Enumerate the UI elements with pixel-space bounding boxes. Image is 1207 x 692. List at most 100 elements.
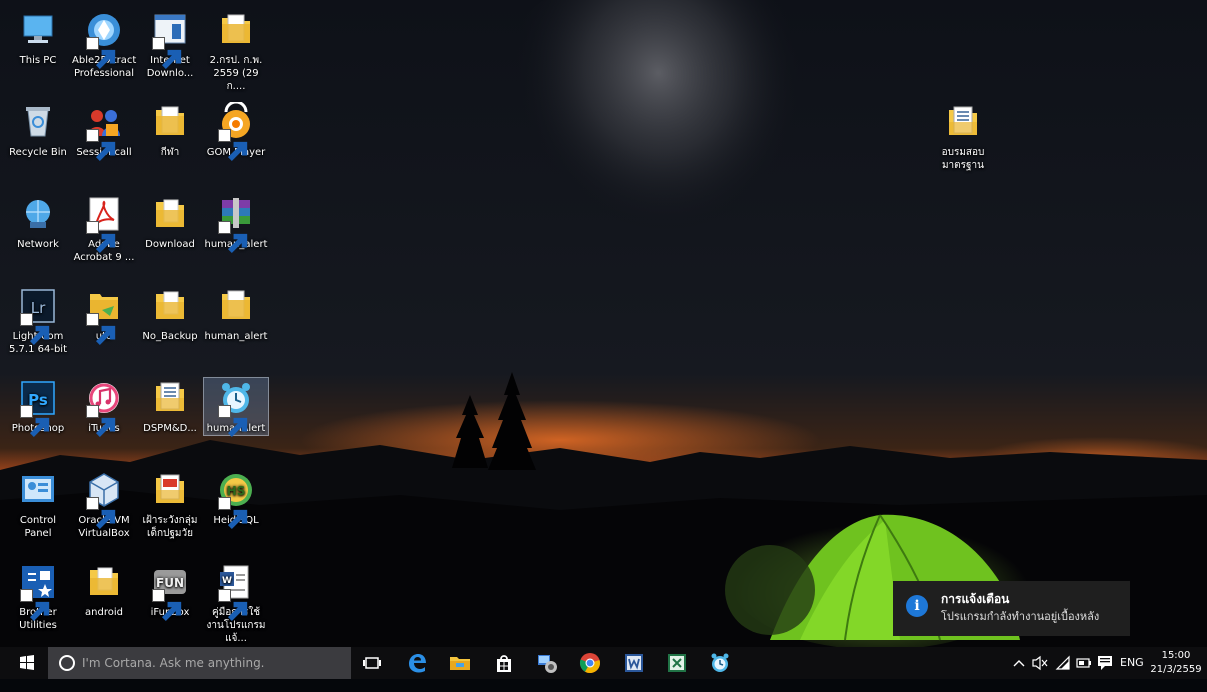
adobe-acrobat-icon xyxy=(84,194,124,254)
control-panel-icon xyxy=(18,470,58,510)
notification-message: โปรแกรมกำลังทำงานอยู่เบื้องหลัง xyxy=(941,610,1100,623)
desktop-icon-label: Network xyxy=(17,239,59,250)
windows-logo-icon xyxy=(20,655,34,670)
start-button[interactable] xyxy=(6,647,46,679)
folder-shortcut-icon xyxy=(84,286,124,346)
svg-text:FUN: FUN xyxy=(156,576,184,590)
desktop-icon[interactable]: Brother Utilities xyxy=(6,562,70,632)
desktop-icon[interactable]: กีฬา xyxy=(138,102,202,159)
folder-icon xyxy=(216,10,256,50)
desktop-icon[interactable]: W คู่มือการใช้งานโปรแกรมแจ้... xyxy=(204,562,268,645)
photoshop-icon: Ps xyxy=(18,378,58,438)
desktop-icon[interactable]: human_alert xyxy=(204,194,268,254)
shortcut-arrow-icon xyxy=(86,497,116,530)
shortcut-arrow-icon xyxy=(86,221,116,254)
shortcut-arrow-icon xyxy=(86,405,116,438)
input-language-button[interactable]: ENG xyxy=(1120,647,1144,679)
desktop-icon[interactable]: อบรมสอบมาตรฐาน xyxy=(931,102,995,172)
desktop-icon[interactable]: Ps Photoshop xyxy=(6,378,70,438)
desktop-icon[interactable]: Internet Downlo... xyxy=(138,10,202,80)
search-placeholder: I'm Cortana. Ask me anything. xyxy=(82,656,265,670)
word-taskbar-button[interactable] xyxy=(622,651,646,675)
file-explorer-taskbar-button[interactable] xyxy=(448,651,472,675)
desktop-icon[interactable]: HS HeidiSQL xyxy=(204,470,268,530)
desktop-icon[interactable]: Able2Extract Professional xyxy=(72,10,136,80)
sessioncall-icon xyxy=(84,102,124,162)
desktop-icon[interactable]: Network xyxy=(6,194,70,251)
able2extract-icon xyxy=(84,10,124,70)
show-hidden-icons-button[interactable] xyxy=(1013,647,1025,679)
desktop-icon[interactable]: humanAlert xyxy=(203,377,269,438)
word-document-icon: W xyxy=(216,562,256,622)
shortcut-arrow-icon xyxy=(218,221,248,254)
excel-taskbar-button[interactable] xyxy=(665,651,689,675)
notification-toast[interactable]: i การแจ้งเตือน โปรแกรมกำลังทำงานอยู่เบื้… xyxy=(893,581,1130,636)
desktop-icon-label: Recycle Bin xyxy=(9,147,67,158)
wifi-button[interactable] xyxy=(1055,647,1071,679)
desktop-icon[interactable]: This PC xyxy=(6,10,70,67)
desktop-icon[interactable]: GOM Player xyxy=(204,102,268,162)
desktop-icon[interactable]: Adobe Acrobat 9 ... xyxy=(72,194,136,264)
desktop-icon[interactable]: Sessioncall xyxy=(72,102,136,162)
chevron-up-icon xyxy=(1013,660,1025,667)
desktop-icon[interactable]: FUN iFunbox xyxy=(138,562,202,622)
shortcut-arrow-icon xyxy=(86,129,116,162)
desktop-icon[interactable]: Oracle VM VirtualBox xyxy=(72,470,136,540)
ifunbox-icon: FUN xyxy=(150,562,190,622)
recycle-bin-icon xyxy=(18,102,58,142)
shortcut-arrow-icon xyxy=(218,589,248,622)
battery-plug-icon xyxy=(1076,658,1091,668)
desktop-icon[interactable]: 2.กรป. ก.พ. 2559 (29 ก.... xyxy=(204,10,268,93)
desktop-icon[interactable]: android xyxy=(72,562,136,619)
desktop-icon[interactable]: เฝ้าระวังกลุ่มเด็กปฐมวัย xyxy=(138,470,202,540)
desktop-icon[interactable]: uto xyxy=(72,286,136,346)
shortcut-arrow-icon xyxy=(218,405,248,438)
desktop-icon[interactable]: No_Backup xyxy=(138,286,202,343)
desktop-icon[interactable]: Recycle Bin xyxy=(6,102,70,159)
taskbar: I'm Cortana. Ask me anything. ENG 15:00 … xyxy=(0,647,1207,679)
desktop-icon-label: human_alert xyxy=(204,331,268,342)
chrome-taskbar-button[interactable] xyxy=(578,651,602,675)
shortcut-arrow-icon xyxy=(152,589,182,622)
desktop-icon-label: DSPM&D... xyxy=(143,423,197,434)
folder-icon xyxy=(150,194,190,234)
store-taskbar-button[interactable] xyxy=(492,651,516,675)
system-clock[interactable]: 15:00 21/3/2559 xyxy=(1148,649,1204,677)
desktop-icon[interactable]: Download xyxy=(138,194,202,251)
network-app-taskbar-button[interactable] xyxy=(535,651,559,675)
shortcut-arrow-icon xyxy=(152,37,182,70)
edge-icon xyxy=(409,654,426,673)
shortcut-arrow-icon xyxy=(20,313,50,346)
desktop-icon[interactable]: DSPM&D... xyxy=(138,378,202,435)
battery-button[interactable] xyxy=(1076,647,1092,679)
cortana-icon xyxy=(59,655,75,671)
folder-with-documents-icon xyxy=(150,470,190,510)
desktop-icon-label: เฝ้าระวังกลุ่มเด็กปฐมวัย xyxy=(142,515,198,539)
desktop-icon[interactable]: human_alert xyxy=(204,286,268,343)
clock-time: 15:00 xyxy=(1161,650,1191,661)
folder-icon xyxy=(216,286,256,326)
action-center-button[interactable] xyxy=(1097,647,1113,679)
winrar-icon xyxy=(216,194,256,254)
desktop-icon[interactable]: Lr Lightroom 5.7.1 64-bit xyxy=(6,286,70,356)
task-view-button[interactable] xyxy=(360,651,384,675)
volume-button[interactable] xyxy=(1032,647,1048,679)
internet-download-manager-icon xyxy=(150,10,190,70)
task-view-icon xyxy=(363,657,381,669)
file-explorer-icon xyxy=(450,657,470,670)
lightroom-icon: Lr xyxy=(18,286,58,346)
this-pc-icon xyxy=(18,10,58,50)
action-center-icon xyxy=(1098,656,1112,670)
network-icon xyxy=(18,194,58,234)
cortana-search-box[interactable]: I'm Cortana. Ask me anything. xyxy=(48,647,351,679)
shortcut-arrow-icon xyxy=(218,497,248,530)
desktop-icon-label: Control Panel xyxy=(19,515,57,539)
edge-taskbar-button[interactable] xyxy=(405,651,429,675)
desktop-icon[interactable]: Control Panel xyxy=(6,470,70,540)
alarm-clock-icon xyxy=(711,653,729,672)
svg-text:W: W xyxy=(222,576,232,586)
desktop-icon[interactable]: iTunes xyxy=(72,378,136,438)
store-icon xyxy=(497,655,511,672)
brother-utilities-icon xyxy=(18,562,58,622)
alarm-clock-taskbar-button[interactable] xyxy=(708,651,732,675)
